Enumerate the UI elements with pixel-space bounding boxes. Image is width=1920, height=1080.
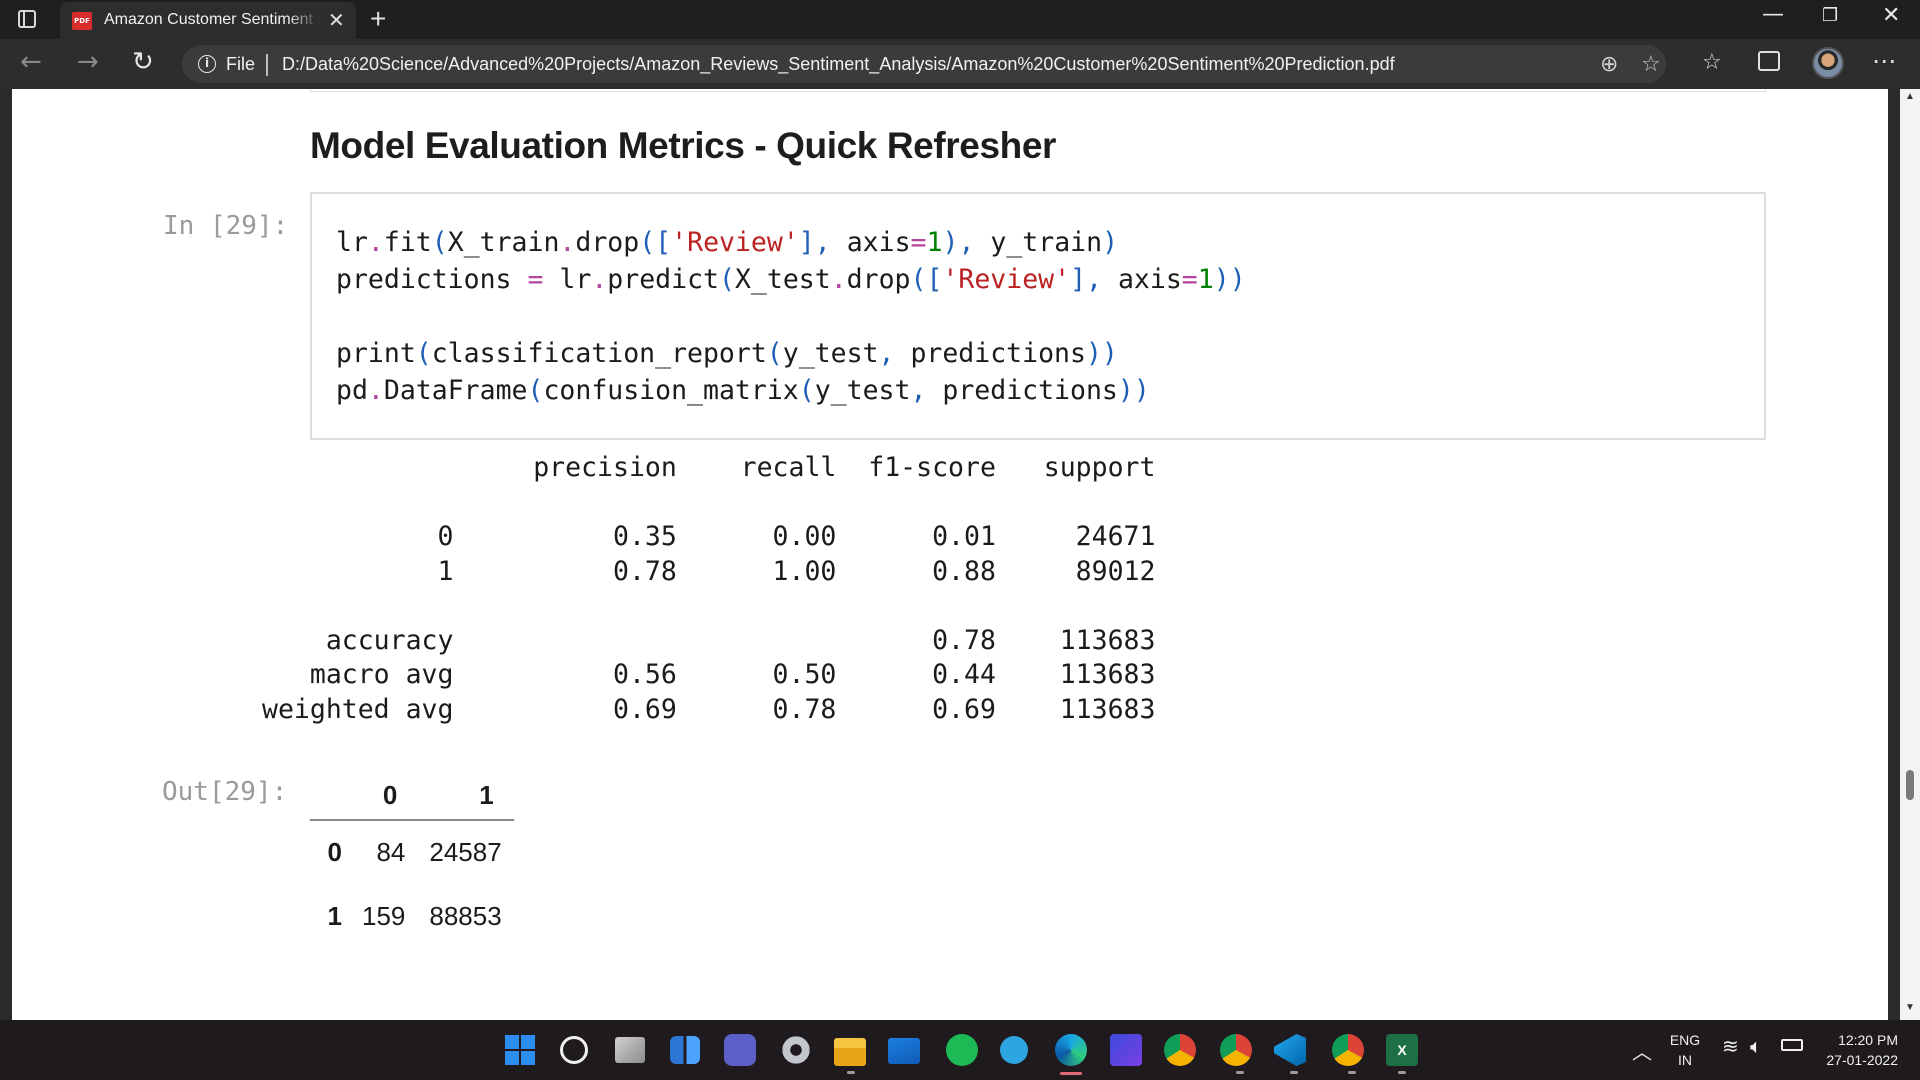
row-index: 0 [327, 837, 342, 867]
code-cell[interactable]: lr.fit(X_train.drop(['Review'], axis=1),… [310, 192, 1766, 440]
new-tab-button[interactable]: + [370, 3, 386, 35]
pdf-viewport: ▲ ▼ Model Evaluation Metrics - Quick Ref… [0, 89, 1920, 1020]
info-icon[interactable]: i [198, 55, 216, 73]
browser-toolbar: ← → ↻ i File D:/Data%20Science/Advanced%… [0, 39, 1920, 89]
clock-date: 27-01-2022 [1826, 1052, 1898, 1068]
forward-arrow-icon[interactable]: → [77, 47, 99, 77]
battery-icon[interactable] [1781, 1039, 1803, 1051]
toolbox-icon[interactable] [1110, 1034, 1142, 1066]
more-icon[interactable]: ⋯ [1872, 47, 1896, 75]
scroll-up-icon[interactable]: ▲ [1905, 91, 1915, 102]
report-line: accuracy 0.78 113683 [262, 624, 1156, 656]
running-indicator [1398, 1071, 1406, 1074]
table-row: 1 159 88853 [310, 884, 514, 948]
chevron-up-icon[interactable]: ︿ [1632, 1036, 1652, 1065]
collections-icon[interactable] [1758, 51, 1780, 71]
clock-time: 12:20 PM [1838, 1032, 1898, 1048]
edge-icon[interactable] [1055, 1034, 1087, 1066]
language-code: ENG [1669, 1032, 1701, 1048]
telegram-icon[interactable] [1000, 1036, 1028, 1064]
code-line: predictions = lr.predict(X_test.drop(['R… [336, 264, 1246, 295]
row-index: 1 [327, 900, 342, 931]
minimize-icon[interactable]: — [1762, 2, 1784, 27]
page-margin-right [1888, 89, 1900, 1020]
table-header-row: 0 1 [310, 772, 514, 820]
column-header: 1 [479, 780, 494, 810]
wifi-icon[interactable]: ≋ [1722, 1034, 1739, 1058]
excel-icon[interactable]: X [1386, 1034, 1418, 1066]
running-indicator [1236, 1071, 1244, 1074]
section-heading: Model Evaluation Metrics - Quick Refresh… [310, 125, 1057, 166]
tab-bar: PDF Amazon Customer Sentiment Prediction… [0, 0, 1920, 39]
running-indicator [1290, 1071, 1298, 1074]
table-cell: 24587 [429, 837, 502, 867]
input-prompt: In [29]: [163, 211, 289, 241]
spotify-icon[interactable] [946, 1034, 978, 1066]
vscode-icon[interactable] [1274, 1034, 1306, 1066]
scroll-down-icon[interactable]: ▼ [1905, 1002, 1915, 1013]
back-arrow-icon[interactable]: ← [20, 47, 42, 77]
teams-icon[interactable] [724, 1034, 756, 1066]
search-icon[interactable] [560, 1036, 588, 1064]
clock[interactable]: 12:20 PM 27-01-2022 [1808, 1030, 1898, 1070]
add-favorite-icon[interactable]: ☆ [1641, 52, 1661, 77]
table-cell: 84 [376, 837, 406, 867]
url-text[interactable]: D:/Data%20Science/Advanced%20Projects/Am… [282, 54, 1395, 75]
favorites-icon[interactable]: ☆ [1702, 50, 1722, 75]
close-tab-icon[interactable]: ✕ [328, 8, 345, 33]
active-app-indicator [1060, 1072, 1082, 1075]
report-line: macro avg 0.56 0.50 0.44 113683 [262, 659, 1156, 690]
confusion-matrix-table: 0 1 0 84 24587 1 159 88853 [310, 772, 514, 948]
restore-icon[interactable]: ❐ [1822, 5, 1838, 26]
vertical-scrollbar[interactable]: ▲ ▼ [1900, 89, 1920, 1020]
close-window-icon[interactable]: ✕ [1882, 3, 1900, 28]
volume-icon[interactable]: 🔈︎ [1750, 1034, 1762, 1058]
settings-gear-icon[interactable] [780, 1034, 812, 1066]
code-line: pd.DataFrame(confusion_matrix(y_test, pr… [336, 375, 1150, 406]
report-line [262, 589, 1155, 624]
address-separator [266, 54, 268, 76]
mail-icon[interactable] [888, 1038, 920, 1064]
code-line: lr.fit(X_train.drop(['Review'], axis=1),… [336, 227, 1119, 258]
scrollbar-thumb[interactable] [1906, 770, 1914, 800]
output-prompt: Out[29]: [162, 777, 288, 807]
table-row: 0 84 24587 [310, 820, 514, 884]
widgets-icon[interactable] [670, 1036, 700, 1064]
pdf-icon: PDF [72, 12, 92, 30]
report-line: 1 0.78 1.00 0.88 89012 [262, 555, 1156, 587]
zoom-icon[interactable]: ⊕ [1600, 52, 1618, 77]
column-header: 0 [382, 780, 398, 810]
scheme-label: File [226, 54, 256, 74]
page-margin-left [0, 89, 12, 1020]
table-cell: 159 [362, 900, 406, 931]
task-view-icon[interactable] [615, 1037, 645, 1063]
reload-icon[interactable]: ↻ [132, 47, 154, 77]
profile-avatar[interactable] [1812, 47, 1844, 79]
address-bar[interactable]: i File D:/Data%20Science/Advanced%20Proj… [182, 45, 1666, 83]
running-indicator [1348, 1071, 1356, 1074]
code-line: print(classification_report(y_test, pred… [336, 338, 1118, 369]
windows-taskbar: X ︿ ENG IN ≋ 🔈︎ 12:20 PM 27-01-2022 [0, 1020, 1920, 1080]
chrome-icon[interactable] [1164, 1034, 1196, 1066]
tab-actions-icon[interactable] [18, 10, 36, 28]
code-block: lr.fit(X_train.drop(['Review'], axis=1),… [336, 224, 1246, 409]
region-code: IN [1678, 1052, 1692, 1068]
windows-start-icon[interactable] [505, 1035, 535, 1065]
file-explorer-icon[interactable] [834, 1038, 866, 1066]
tab-title: Amazon Customer Sentiment Prediction.pdf [104, 11, 320, 28]
report-line: 0 0.35 0.00 0.01 24671 [262, 521, 1156, 552]
report-line: weighted avg 0.69 0.78 0.69 113683 [262, 693, 1156, 725]
chrome-profile-icon[interactable] [1332, 1034, 1364, 1066]
classification-report-output: precision recall f1-score support 0 0.35… [262, 451, 1155, 727]
active-tab[interactable]: PDF Amazon Customer Sentiment Prediction… [60, 2, 356, 39]
running-indicator [847, 1071, 855, 1074]
language-indicator[interactable]: ENG IN [1668, 1030, 1702, 1070]
chrome-profile-icon[interactable] [1220, 1034, 1252, 1066]
previous-cell-border [310, 89, 1766, 92]
table-cell: 88853 [429, 900, 502, 931]
report-line: precision recall f1-score support [262, 452, 1156, 483]
table-corner [310, 772, 350, 820]
report-line [262, 486, 1155, 521]
